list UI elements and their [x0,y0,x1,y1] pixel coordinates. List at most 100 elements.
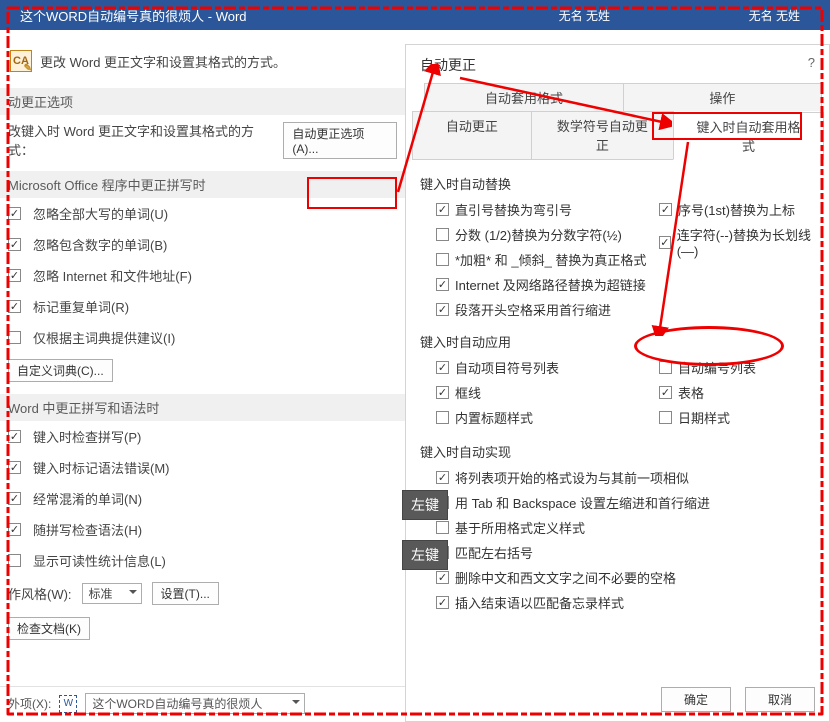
cb-hyphens-dash[interactable]: 连字符(--)替换为长划线(—) [659,222,815,262]
checkbox-icon[interactable] [436,411,449,424]
label: 用 Tab 和 Backspace 设置左缩进和首行缩进 [455,493,710,512]
label: 直引号替换为弯引号 [455,200,572,219]
label: 分数 (1/2)替换为分数字符(½) [455,225,622,244]
cb-ignore-numbers[interactable]: 忽略包含数字的单词(B) [0,229,405,260]
cb-auto-number-list[interactable]: 自动编号列表 [659,355,815,380]
writing-style-select[interactable]: 标准 [82,583,142,604]
label: 插入结束语以匹配备忘录样式 [455,593,624,612]
checkbox-icon[interactable] [8,238,21,251]
exceptions-doc-select[interactable]: 这个WORD自动编号真的很烦人 [85,693,305,714]
cb-check-spelling[interactable]: 键入时检查拼写(P) [0,421,405,452]
tab-autocorrect[interactable]: 自动更正 [412,111,532,159]
checkbox-icon[interactable] [436,596,449,609]
cb-check-grammar[interactable]: 随拼写检查语法(H) [0,514,405,545]
cb-delete-space-cjk[interactable]: 删除中文和西文文字之间不必要的空格 [436,565,815,590]
cb-auto-bullet-list[interactable]: 自动项目符号列表 [436,355,659,380]
exceptions-row: 外项(X): W 这个WORD自动编号真的很烦人 [0,686,405,714]
label: 日期样式 [678,408,730,427]
label: 内置标题样式 [455,408,533,427]
checkbox-icon[interactable] [436,278,449,291]
dialog-body: 键入时自动替换 直引号替换为弯引号 分数 (1/2)替换为分数字符(½) *加粗… [406,160,829,720]
checkbox-icon[interactable] [436,203,449,216]
checkbox-icon[interactable] [436,571,449,584]
cb-straight-quotes[interactable]: 直引号替换为弯引号 [436,197,659,222]
custom-dictionaries-button[interactable]: 自定义词典(C)... [8,359,113,382]
label: 自动项目符号列表 [455,358,559,377]
proofing-header-text: 更改 Word 更正文字和设置其格式的方式。 [40,52,286,71]
cb-date-style[interactable]: 日期样式 [659,405,815,430]
cb-list-format[interactable]: 将列表项开始的格式设为与其前一项相似 [436,465,815,490]
checkbox-icon[interactable] [8,554,21,567]
dialog-buttons: 确定 取消 [661,687,815,712]
ok-button[interactable]: 确定 [661,687,731,712]
tab-autoformat[interactable]: 自动套用格式 [424,83,623,111]
cb-tables[interactable]: 表格 [659,380,815,405]
label: 标记重复单词(R) [33,297,129,316]
label: 删除中文和西文文字之间不必要的空格 [455,568,676,587]
cb-memo-closing[interactable]: 插入结束语以匹配备忘录样式 [436,590,815,615]
help-icon[interactable]: ? [808,55,815,70]
recheck-document-button[interactable]: 检查文档(K) [8,617,90,640]
checkbox-icon[interactable] [436,471,449,484]
cb-ignore-uppercase[interactable]: 忽略全部大写的单词(U) [0,198,405,229]
cb-confused-words[interactable]: 经常混淆的单词(N) [0,483,405,514]
tab-autoformat-as-you-type[interactable]: 键入时自动套用格式 [673,112,824,160]
checkbox-icon[interactable] [436,361,449,374]
checkbox-icon[interactable] [8,331,21,344]
user-name-1[interactable]: 无名 无姓 [559,7,610,24]
checkbox-icon[interactable] [659,203,672,216]
cb-internet-links[interactable]: Internet 及网络路径替换为超链接 [436,272,659,297]
label: 框线 [455,383,481,402]
cb-readability-stats[interactable]: 显示可读性统计信息(L) [0,545,405,576]
checkbox-icon[interactable] [659,236,671,249]
checkbox-icon[interactable] [8,492,21,505]
cb-mark-grammar[interactable]: 键入时标记语法错误(M) [0,452,405,483]
cb-main-dict-only[interactable]: 仅根据主词典提供建议(I) [0,322,405,353]
label: 键入时标记语法错误(M) [33,458,170,477]
checkbox-icon[interactable] [436,303,449,316]
label: 显示可读性统计信息(L) [33,551,166,570]
checkbox-icon[interactable] [659,411,672,424]
cb-match-brackets[interactable]: 匹配左右括号 [436,540,815,565]
checkbox-icon[interactable] [8,523,21,536]
cb-border-lines[interactable]: 框线 [436,380,659,405]
label: 匹配左右括号 [455,543,533,562]
checkbox-icon[interactable] [659,361,672,374]
checkbox-icon[interactable] [8,300,21,313]
label: 键入时检查拼写(P) [33,427,141,446]
tab-actions[interactable]: 操作 [623,83,822,111]
dialog-title: 自动更正 [406,45,829,83]
checkbox-icon[interactable] [436,253,449,266]
checkbox-icon[interactable] [8,430,21,443]
autocorrect-row: 改键入时 Word 更正文字和设置其格式的方式： 自动更正选项(A)... [0,115,405,165]
word-doc-icon: W [59,695,77,713]
cb-tab-backspace-indent[interactable]: 用 Tab 和 Backspace 设置左缩进和首行缩进 [436,490,815,515]
cb-ignore-internet[interactable]: 忽略 Internet 和文件地址(F) [0,260,405,291]
checkbox-icon[interactable] [436,228,449,241]
checkbox-icon[interactable] [8,269,21,282]
cb-fractions[interactable]: 分数 (1/2)替换为分数字符(½) [436,222,659,247]
checkbox-icon[interactable] [436,521,449,534]
cb-bold-italic[interactable]: *加粗* 和 _倾斜_ 替换为真正格式 [436,247,659,272]
sec-apply-heading: 键入时自动应用 [420,332,815,351]
cb-define-styles[interactable]: 基于所用格式定义样式 [436,515,815,540]
checkbox-icon[interactable] [8,461,21,474]
checkbox-icon[interactable] [436,386,449,399]
autocorrect-options-button[interactable]: 自动更正选项(A)... [283,122,397,159]
user-name-2[interactable]: 无名 无姓 [749,7,800,24]
autocorrect-row-label: 改键入时 Word 更正文字和设置其格式的方式： [8,121,273,159]
writing-style-settings-button[interactable]: 设置(T)... [152,582,219,605]
cb-ordinal-superscript[interactable]: 序号(1st)替换为上标 [659,197,815,222]
checkbox-icon[interactable] [8,207,21,220]
cb-flag-repeated[interactable]: 标记重复单词(R) [0,291,405,322]
label: Internet 及网络路径替换为超链接 [455,275,646,294]
label: 忽略包含数字的单词(B) [33,235,167,254]
cb-first-line-indent[interactable]: 段落开头空格采用首行缩进 [436,297,659,322]
options-pane: CA 更改 Word 更正文字和设置其格式的方式。 动更正选项 改键入时 Wor… [0,30,405,722]
cancel-button[interactable]: 取消 [745,687,815,712]
cb-heading-styles[interactable]: 内置标题样式 [436,405,659,430]
tab-math-autocorrect[interactable]: 数学符号自动更正 [531,111,674,159]
sec-replace-heading: 键入时自动替换 [420,174,815,193]
label: *加粗* 和 _倾斜_ 替换为真正格式 [455,250,646,269]
checkbox-icon[interactable] [659,386,672,399]
